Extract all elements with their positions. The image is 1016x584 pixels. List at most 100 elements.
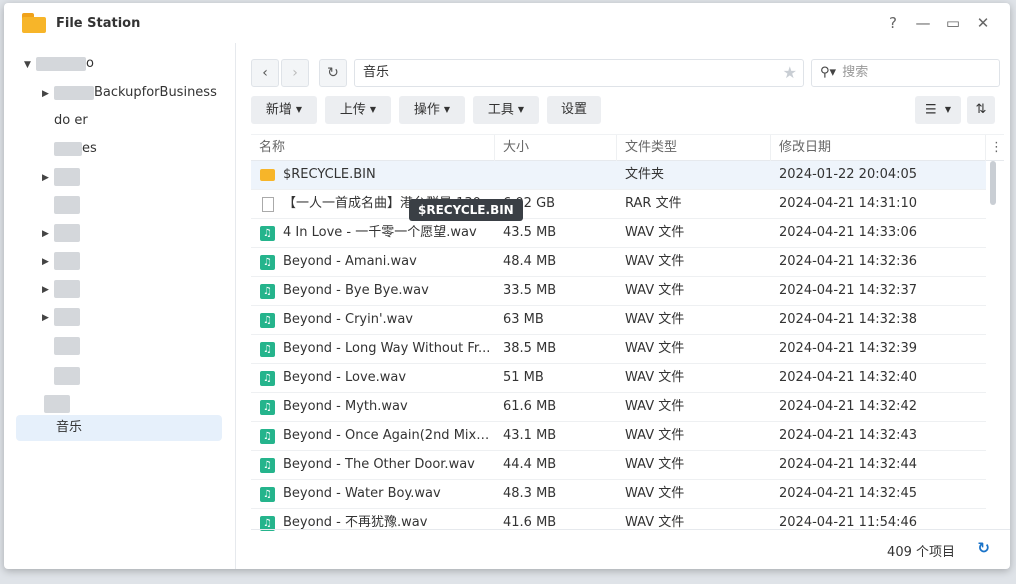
table-header: 名称 大小 文件类型 修改日期 ⋮ — [251, 134, 1004, 161]
file-size: 48.3 MB — [503, 486, 557, 501]
file-row[interactable]: ♫ Beyond - Bye Bye.wav 33.5 MB WAV 文件 2024-0… — [251, 277, 986, 306]
file-type: WAV 文件 — [625, 457, 685, 472]
file-row[interactable]: 【一人一首成名曲】港台群星 130 6.02 GB RAR 文件 2024-04-21… — [251, 190, 986, 219]
settings-button[interactable]: 设置 — [547, 96, 601, 124]
file-date: 2024-04-21 14:31:10 — [779, 196, 918, 211]
file-row[interactable]: ♫ Beyond - Long Way Without Fr... 38.5 MB W… — [251, 335, 986, 364]
file-name: Beyond - Amani.wav — [283, 254, 417, 269]
tools-button[interactable]: 工具 ▼ — [473, 96, 539, 124]
file-row[interactable]: ♫ Beyond - Cryin'.wav 63 MB WAV 文件 2024-04-2… — [251, 306, 986, 335]
file-type: 文件夹 — [625, 167, 665, 182]
column-date[interactable]: 修改日期 — [771, 135, 986, 161]
folder-icon — [260, 169, 275, 181]
file-row[interactable]: ♫ Beyond - Amani.wav 48.4 MB WAV 文件 2024-04-… — [251, 248, 986, 277]
tree-item-5[interactable] — [42, 192, 80, 218]
audio-icon: ♫ — [260, 313, 275, 328]
back-button[interactable]: ‹ — [251, 59, 279, 87]
rar-icon — [262, 197, 274, 212]
tree-item-root[interactable]: ▼ o — [24, 51, 94, 77]
search-input[interactable]: ⚲▾ 搜索 — [811, 59, 1000, 87]
tree-item-docker[interactable]: do er — [54, 108, 88, 134]
file-type: WAV 文件 — [625, 399, 685, 414]
file-size: 48.4 MB — [503, 254, 557, 269]
tree-item-music[interactable]: 音乐 — [16, 415, 222, 441]
tree-item-10[interactable] — [54, 333, 80, 359]
close-button[interactable]: ✕ — [968, 14, 998, 32]
file-row[interactable]: ♫ Beyond - The Other Door.wav 44.4 MB WAV 文… — [251, 451, 986, 480]
tree-item-9[interactable]: ▶ — [42, 304, 80, 330]
file-name: Beyond - Long Way Without Fr... — [283, 341, 491, 356]
file-size: 61.6 MB — [503, 399, 557, 414]
tree-item-7[interactable]: ▶ — [42, 248, 80, 274]
file-type: WAV 文件 — [625, 312, 685, 327]
tree-item-11[interactable] — [54, 363, 80, 389]
create-button[interactable]: 新增 ▼ — [251, 96, 317, 124]
column-size[interactable]: 大小 — [495, 135, 617, 161]
view-mode-button[interactable]: ☰ ▼ — [915, 96, 961, 124]
tree-item-6[interactable]: ▶ — [42, 220, 80, 246]
file-row[interactable]: ♫ 4 In Love - 一千零一个愿望.wav 43.5 MB WAV 文件 202… — [251, 219, 986, 248]
tooltip: $RECYCLE.BIN — [409, 199, 523, 221]
tree-item-8[interactable]: ▶ — [42, 276, 80, 302]
file-size: 43.5 MB — [503, 225, 557, 240]
search-icon[interactable]: ⚲▾ — [820, 65, 836, 80]
file-name: Beyond - Once Again(2nd Mix)... — [283, 428, 491, 443]
file-date: 2024-04-21 14:32:42 — [779, 399, 918, 414]
file-type: WAV 文件 — [625, 225, 685, 240]
tree-item-es[interactable]: es — [54, 136, 97, 162]
file-list: $RECYCLE.BIN 文件夹 2024-01-22 20:04:05 【一人一首成… — [251, 161, 986, 531]
expand-arrow-icon[interactable]: ▼ — [24, 52, 36, 78]
sort-icon[interactable]: ⇅ — [967, 96, 995, 124]
file-date: 2024-04-21 14:32:39 — [779, 341, 918, 356]
help-button[interactable]: ? — [878, 14, 908, 32]
file-row[interactable]: ♫ Beyond - Water Boy.wav 48.3 MB WAV 文件 2024… — [251, 480, 986, 509]
refresh-icon[interactable]: ↻ — [319, 59, 347, 87]
path-field[interactable]: 音乐 ★ — [354, 59, 804, 87]
file-date: 2024-04-21 14:32:36 — [779, 254, 918, 269]
file-size: 44.4 MB — [503, 457, 557, 472]
file-row[interactable]: ♫ Beyond - Once Again(2nd Mix)... 43.1 MB W… — [251, 422, 986, 451]
file-type: RAR 文件 — [625, 196, 682, 211]
file-size: 33.5 MB — [503, 283, 557, 298]
column-type[interactable]: 文件类型 — [617, 135, 771, 161]
file-row[interactable]: ♫ Beyond - Love.wav 51 MB WAV 文件 2024-04-21 … — [251, 364, 986, 393]
file-date: 2024-04-21 14:32:44 — [779, 457, 918, 472]
audio-icon: ♫ — [260, 487, 275, 502]
file-name: Beyond - Cryin'.wav — [283, 312, 413, 327]
expand-arrow-icon[interactable]: ▶ — [42, 81, 54, 107]
action-button[interactable]: 操作 ▼ — [399, 96, 465, 124]
minimize-button[interactable]: — — [908, 14, 938, 32]
file-station-window: File Station ? — ▭ ✕ ▼ o ▶ BackupforBusine… — [4, 3, 1010, 569]
maximize-button[interactable]: ▭ — [938, 14, 968, 32]
file-row[interactable]: ♫ Beyond - Myth.wav 61.6 MB WAV 文件 2024-04-2… — [251, 393, 986, 422]
file-date: 2024-04-21 14:32:38 — [779, 312, 918, 327]
file-date: 2024-04-21 14:33:06 — [779, 225, 918, 240]
title-bar: File Station ? — ▭ ✕ — [4, 3, 1010, 43]
file-name: Beyond - Bye Bye.wav — [283, 283, 429, 298]
main-panel: ‹ › ↻ 音乐 ★ ⚲▾ 搜索 新增 ▼ 上传 ▼ 操作 ▼ 工具 ▼ 设置 ☰ ▼ … — [237, 43, 1010, 569]
refresh-icon[interactable]: ↻ — [977, 539, 990, 557]
file-name: Beyond - Myth.wav — [283, 399, 408, 414]
column-name[interactable]: 名称 — [251, 135, 495, 161]
file-name: Beyond - Love.wav — [283, 370, 407, 385]
file-date: 2024-04-21 14:32:43 — [779, 428, 918, 443]
file-row[interactable]: $RECYCLE.BIN 文件夹 2024-01-22 20:04:05 — [251, 161, 986, 190]
column-options-icon[interactable]: ⋮ — [986, 135, 1004, 161]
status-bar: 409 个项目 ↻ — [251, 529, 1010, 569]
audio-icon: ♫ — [260, 400, 275, 415]
file-type: WAV 文件 — [625, 515, 685, 530]
file-date: 2024-04-21 11:54:46 — [779, 515, 918, 530]
file-name: Beyond - The Other Door.wav — [283, 457, 475, 472]
file-date: 2024-04-21 14:32:37 — [779, 283, 918, 298]
file-type: WAV 文件 — [625, 283, 685, 298]
tree-item-backup[interactable]: ▶ BackupforBusiness — [42, 80, 217, 106]
scrollbar[interactable] — [990, 161, 996, 205]
file-row[interactable]: ♫ Beyond - 不再犹豫.wav 41.6 MB WAV 文件 2024-04-2… — [251, 509, 986, 531]
tree-item-12[interactable] — [44, 391, 70, 417]
tree-item-4[interactable]: ▶ — [42, 164, 80, 190]
forward-button[interactable]: › — [281, 59, 309, 87]
upload-button[interactable]: 上传 ▼ — [325, 96, 391, 124]
favorite-star-icon[interactable]: ★ — [783, 60, 797, 86]
file-date: 2024-01-22 20:04:05 — [779, 167, 918, 182]
audio-icon: ♫ — [260, 458, 275, 473]
